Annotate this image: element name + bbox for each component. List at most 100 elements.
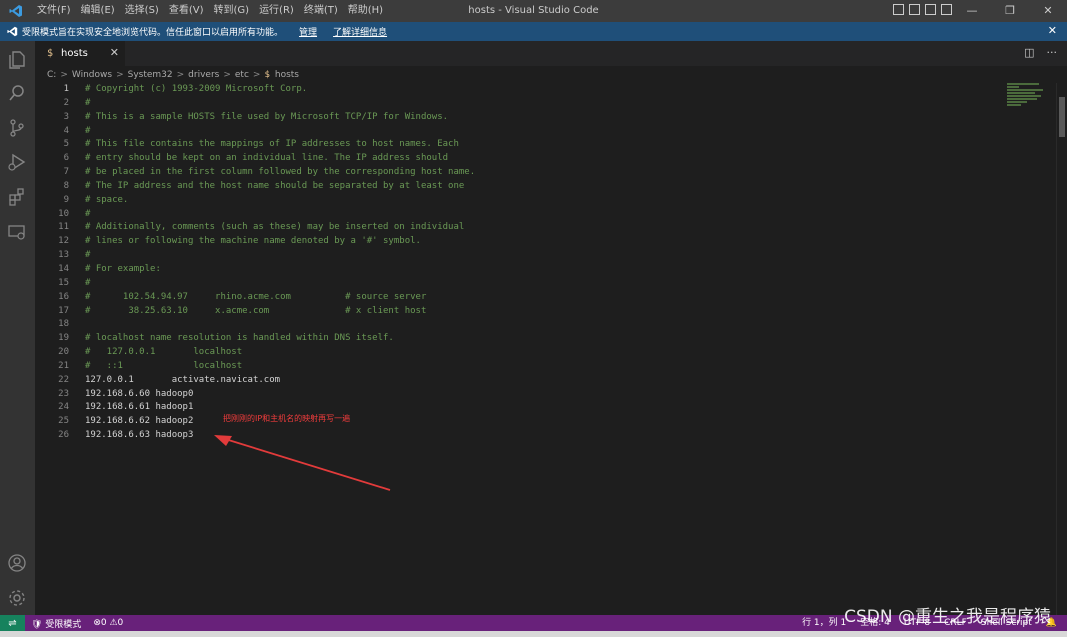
close-window-button[interactable]: ✕ — [1029, 0, 1067, 22]
code-line[interactable]: # 127.0.0.1 localhost — [85, 346, 475, 360]
code-line[interactable]: # — [85, 208, 475, 222]
explorer-icon[interactable] — [7, 49, 27, 69]
cursor-position[interactable]: 行 1，列 1 — [802, 615, 846, 631]
line-number: 10 — [58, 208, 69, 219]
line-number: 1 — [63, 84, 69, 94]
tab-hosts[interactable]: $ hosts ✕ — [35, 41, 125, 66]
accounts-icon[interactable] — [7, 553, 27, 573]
menu-help[interactable]: 帮助(H) — [343, 0, 388, 22]
code-line[interactable]: # entry should be kept on an individual … — [85, 152, 475, 166]
editor-actions: ◫ ··· — [1024, 46, 1057, 59]
banner-learn-more-link[interactable]: 了解详细信息 — [333, 25, 387, 38]
code-line[interactable]: # The IP address and the host name shoul… — [85, 180, 475, 194]
line-number: 16 — [58, 291, 69, 302]
toggle-panel-icon[interactable] — [909, 4, 920, 15]
line-number: 23 — [58, 388, 69, 399]
extensions-icon[interactable] — [7, 187, 27, 207]
code-line[interactable]: # be placed in the first column followed… — [85, 166, 475, 180]
scrollbar-thumb[interactable] — [1059, 97, 1065, 137]
customize-layout-icon[interactable] — [941, 4, 952, 15]
annotation-note: 把刚刚的IP和主机名的映射再写一遍 — [223, 414, 351, 423]
line-number: 3 — [63, 111, 69, 122]
menu-selection[interactable]: 选择(S) — [120, 0, 164, 22]
line-number: 13 — [58, 250, 69, 261]
menu-view[interactable]: 查看(V) — [164, 0, 209, 22]
line-number: 20 — [58, 347, 69, 358]
line-number: 11 — [58, 222, 69, 233]
code-line[interactable]: # space. — [85, 194, 475, 208]
shell-file-icon: $ — [264, 69, 270, 80]
code-line[interactable]: # — [85, 125, 475, 139]
vscode-logo-icon — [7, 26, 18, 37]
code-line[interactable]: # This is a sample HOSTS file used by Mi… — [85, 111, 475, 125]
menu-go[interactable]: 转到(G) — [209, 0, 255, 22]
code-line[interactable] — [85, 318, 475, 332]
watermark: CSDN @重生之我是程序猿 — [844, 607, 1051, 627]
line-number: 18 — [58, 319, 69, 330]
source-control-icon[interactable] — [7, 118, 27, 138]
split-editor-icon[interactable]: ◫ — [1024, 46, 1034, 59]
restricted-mode-status[interactable]: 🛡 受限模式 — [31, 617, 81, 630]
code-line[interactable]: # lines or following the machine name de… — [85, 235, 475, 249]
restricted-mode-label: 受限模式 — [45, 619, 82, 630]
error-icon: ⊗ — [93, 618, 101, 628]
breadcrumb-drivers[interactable]: drivers — [188, 70, 219, 80]
vscode-logo-icon — [0, 0, 32, 22]
code-line[interactable]: # localhost name resolution is handled w… — [85, 332, 475, 346]
chevron-right-icon: > — [116, 69, 124, 80]
warning-count: 0 — [117, 618, 124, 628]
minimize-button[interactable]: — — [953, 0, 991, 22]
breadcrumb-drive[interactable]: C: — [47, 70, 56, 80]
maximize-button[interactable]: ❐ — [991, 0, 1029, 22]
breadcrumb-system32[interactable]: System32 — [128, 70, 173, 80]
code-line[interactable]: # 102.54.94.97 rhino.acme.com # source s… — [85, 291, 475, 305]
banner-text: 受限模式旨在实现安全地浏览代码。信任此窗口以启用所有功能。 — [22, 28, 284, 38]
line-number: 15 — [58, 277, 69, 288]
code-line[interactable]: 127.0.0.1 activate.navicat.com — [85, 374, 475, 388]
code-line[interactable]: # — [85, 249, 475, 263]
line-number: 25 — [58, 416, 69, 427]
code-line[interactable]: 192.168.6.60 hadoop0 — [85, 388, 475, 402]
code-line[interactable]: # For example: — [85, 263, 475, 277]
tab-label: hosts — [61, 48, 88, 59]
title-bar: 文件(F) 编辑(E) 选择(S) 查看(V) 转到(G) 运行(R) 终端(T… — [0, 0, 1067, 22]
toggle-secondary-sidebar-icon[interactable] — [925, 4, 936, 15]
code-content[interactable]: # Copyright (c) 1993-2009 Microsoft Corp… — [85, 83, 475, 443]
code-line[interactable]: # ::1 localhost — [85, 360, 475, 374]
editor-tab-bar: $ hosts ✕ ◫ ··· — [35, 41, 1067, 66]
line-number: 7 — [63, 167, 69, 178]
tab-close-button[interactable]: ✕ — [110, 46, 119, 59]
code-line[interactable]: 192.168.6.63 hadoop3 — [85, 429, 475, 443]
activity-bar — [0, 41, 35, 615]
breadcrumb-etc[interactable]: etc — [235, 70, 249, 80]
menu-file[interactable]: 文件(F) — [32, 0, 76, 22]
line-number: 8 — [63, 180, 69, 191]
banner-close-button[interactable]: ✕ — [1048, 24, 1057, 37]
manage-gear-icon[interactable] — [7, 588, 27, 608]
menu-edit[interactable]: 编辑(E) — [76, 0, 120, 22]
toggle-sidebar-icon[interactable] — [893, 4, 904, 15]
breadcrumb-windows[interactable]: Windows — [72, 70, 112, 80]
minimap[interactable] — [1007, 83, 1043, 113]
chevron-right-icon: > — [60, 69, 68, 80]
code-line[interactable]: # Additionally, comments (such as these)… — [85, 221, 475, 235]
editor-scrollbar[interactable] — [1056, 83, 1067, 615]
breadcrumb-file[interactable]: hosts — [275, 70, 299, 80]
banner-manage-link[interactable]: 管理 — [299, 25, 317, 38]
run-debug-icon[interactable] — [7, 152, 27, 172]
remote-indicator-icon[interactable]: ⇌ — [0, 615, 25, 631]
remote-explorer-icon[interactable] — [7, 222, 27, 242]
code-line[interactable]: # Copyright (c) 1993-2009 Microsoft Corp… — [85, 83, 475, 97]
code-line[interactable]: # This file contains the mappings of IP … — [85, 138, 475, 152]
code-line[interactable]: # 38.25.63.10 x.acme.com # x client host — [85, 305, 475, 319]
code-line[interactable]: # — [85, 97, 475, 111]
menu-run[interactable]: 运行(R) — [254, 0, 299, 22]
menu-terminal[interactable]: 终端(T) — [299, 0, 343, 22]
code-editor[interactable]: 1 2 3 4 5 6 7 8 9 10 11 12 13 14 15 16 17 18 19 20 21 22 23 24 2… — [35, 83, 1057, 615]
search-icon[interactable] — [7, 83, 27, 103]
code-line[interactable]: # — [85, 277, 475, 291]
line-number: 24 — [58, 402, 69, 413]
more-actions-icon[interactable]: ··· — [1047, 46, 1058, 59]
problems-status[interactable]: ⊗0 ⚠0 — [93, 618, 123, 628]
line-number: 17 — [58, 305, 69, 316]
